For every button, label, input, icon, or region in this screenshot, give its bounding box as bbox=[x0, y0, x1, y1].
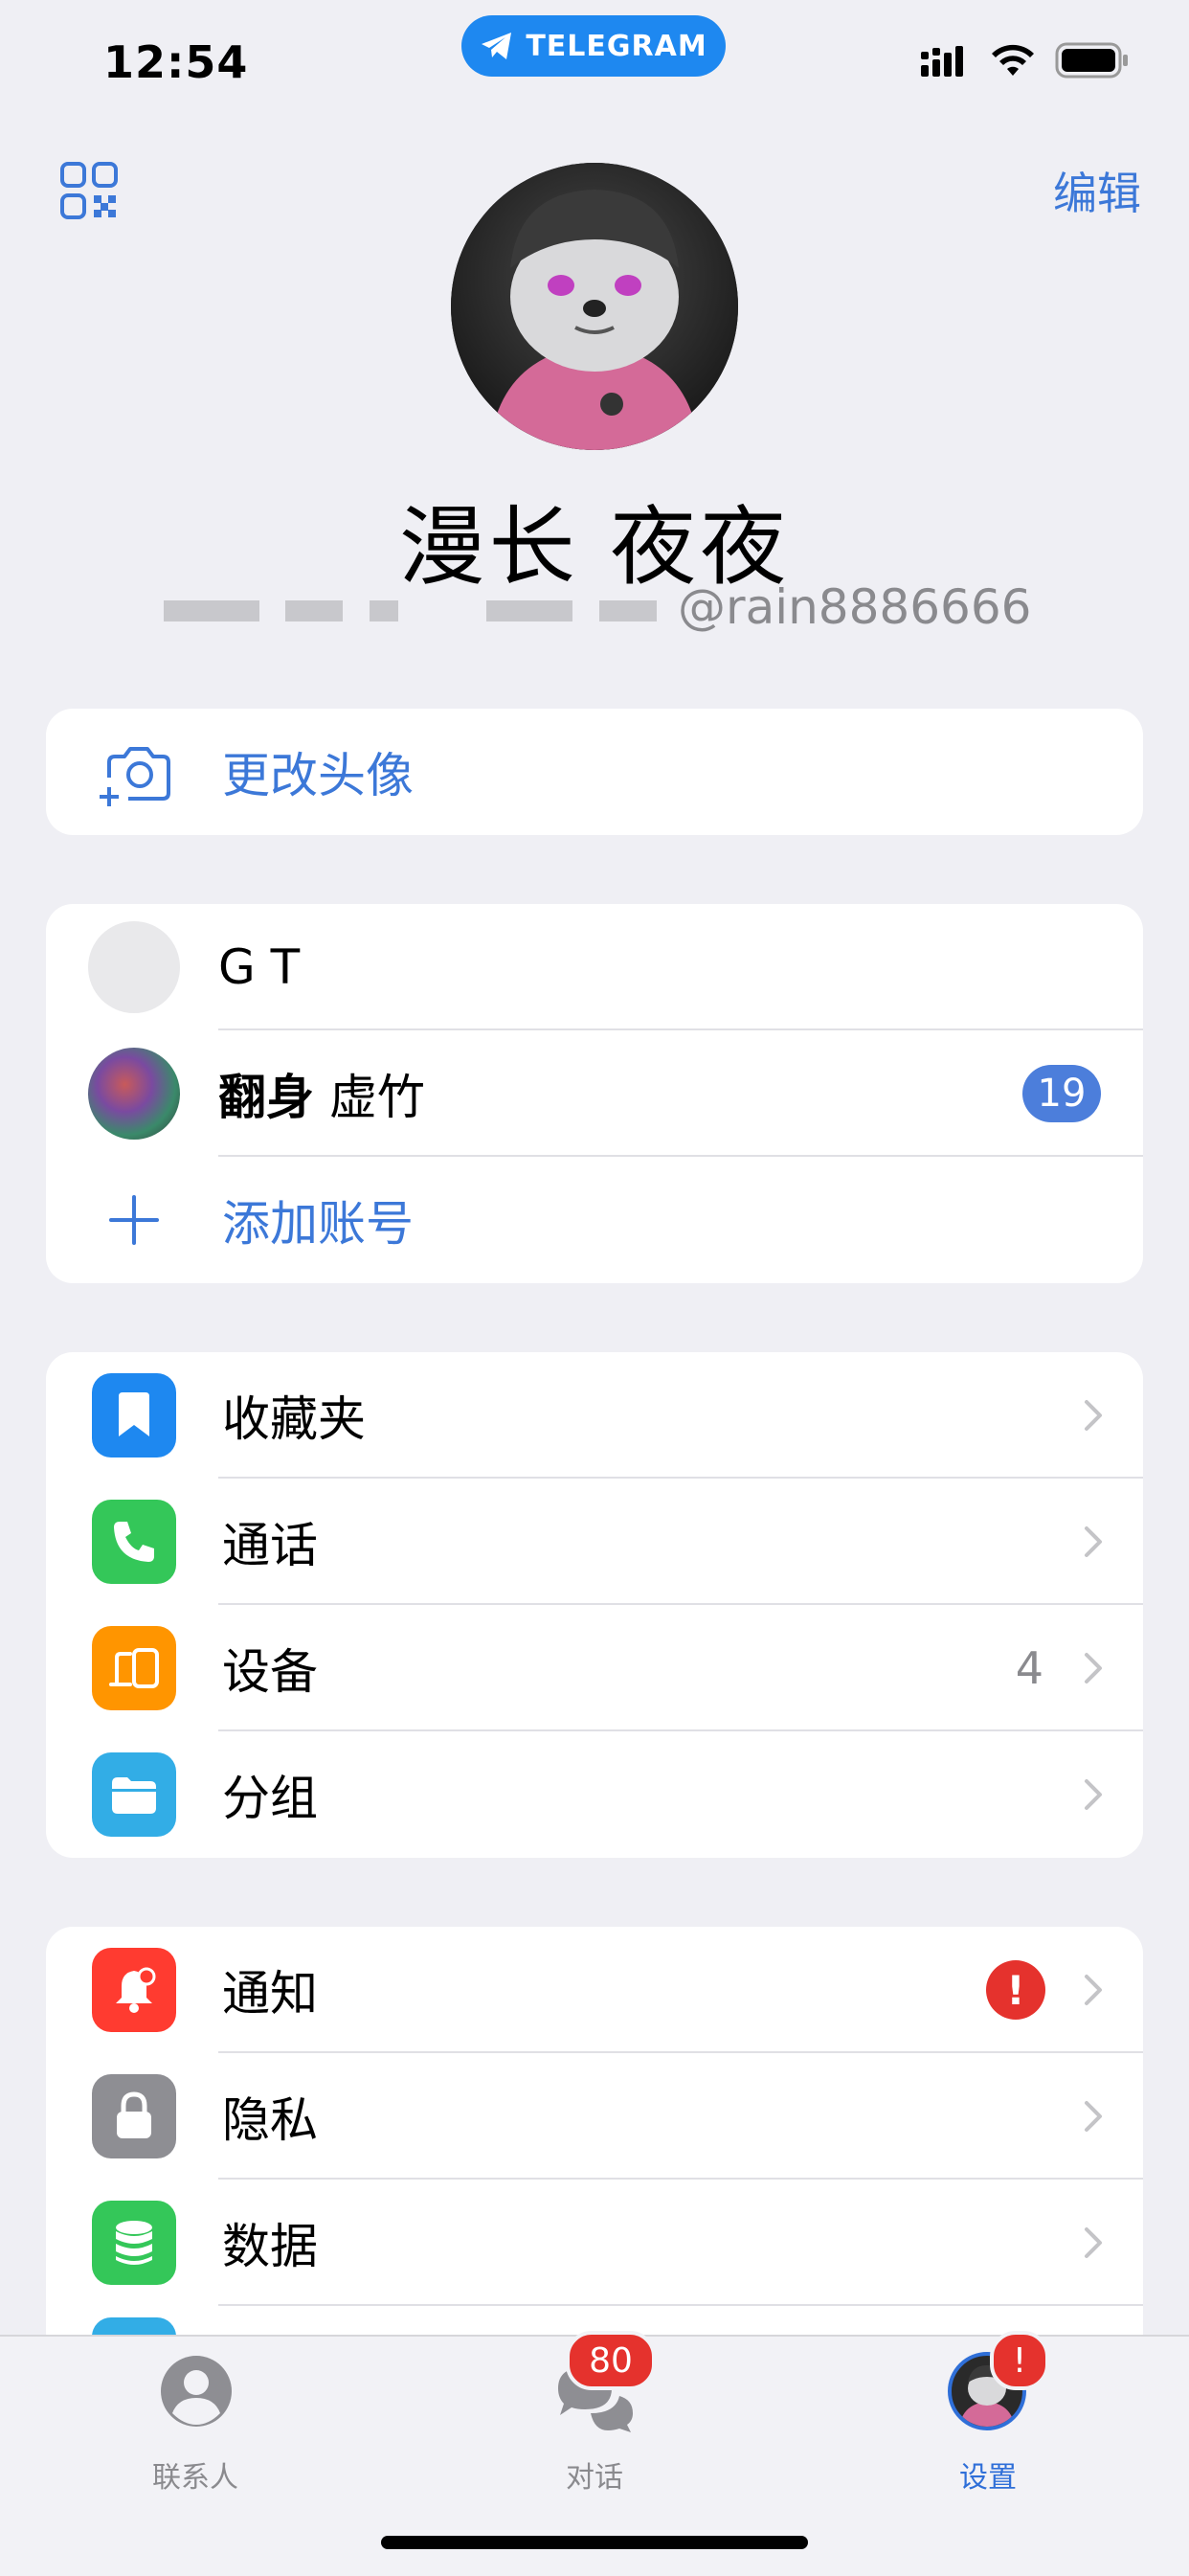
menu-item-saved[interactable]: 收藏夹 bbox=[46, 1352, 1143, 1479]
lock-icon bbox=[92, 2074, 176, 2158]
menu-item-label: 收藏夹 bbox=[222, 1391, 366, 1447]
account-row[interactable]: G T bbox=[46, 904, 1143, 1030]
chevron-right-icon bbox=[1085, 1653, 1102, 1683]
profile-handle-row: @rain8886666 bbox=[0, 579, 1189, 635]
account-name: G T bbox=[218, 939, 301, 995]
menu-item-data[interactable]: 数据 bbox=[46, 2180, 1143, 2306]
home-indicator bbox=[381, 2536, 808, 2549]
menu-item-label: 通知 bbox=[222, 1966, 318, 2022]
plus-icon bbox=[109, 1195, 159, 1245]
battery-icon bbox=[1055, 42, 1128, 79]
tab-label: 联系人 bbox=[152, 2461, 238, 2495]
bell-icon bbox=[92, 1948, 176, 2032]
menu-item-label: 设备 bbox=[222, 1644, 318, 1700]
menu-item-folders[interactable]: 分组 bbox=[46, 1731, 1143, 1858]
account-avatar bbox=[88, 1048, 180, 1140]
chevron-right-icon bbox=[1085, 2101, 1102, 2132]
alert-badge: ! bbox=[986, 1960, 1045, 2020]
menu-item-label: 分组 bbox=[222, 1771, 318, 1826]
menu-item-label: 通话 bbox=[222, 1518, 318, 1573]
menu-item-notifications[interactable]: 通知 ! bbox=[46, 1927, 1143, 2053]
chats-unread-badge: 80 bbox=[566, 2331, 656, 2390]
accounts-card: G T 翻身 虚竹 19 添加账号 bbox=[46, 904, 1143, 1283]
chevron-right-icon bbox=[1085, 1526, 1102, 1557]
menu-item-label: 隐私 bbox=[222, 2092, 318, 2148]
redacted-phone-block bbox=[486, 599, 573, 621]
redacted-phone-block bbox=[163, 599, 259, 621]
account-name-bold: 翻身 bbox=[218, 1070, 314, 1125]
redacted-phone-block bbox=[285, 599, 344, 621]
edit-button[interactable]: 编辑 bbox=[1053, 159, 1141, 222]
menu-group-2: 通知 ! 隐私 数据 bbox=[46, 1927, 1143, 2335]
menu-group-1: 收藏夹 通话 设备 4 分组 bbox=[46, 1352, 1143, 1858]
wifi-icon bbox=[992, 44, 1034, 76]
menu-item-privacy[interactable]: 隐私 bbox=[46, 2053, 1143, 2180]
camera-add-icon bbox=[100, 747, 170, 806]
phone-icon bbox=[92, 1500, 176, 1584]
menu-item-label: 数据 bbox=[222, 2219, 318, 2274]
chevron-right-icon bbox=[1085, 1779, 1102, 1810]
telegram-plane-icon bbox=[482, 33, 512, 59]
account-name-rest: 虚竹 bbox=[314, 1070, 425, 1125]
unread-badge: 19 bbox=[1022, 1065, 1101, 1122]
profile-avatar[interactable] bbox=[451, 163, 738, 450]
change-photo-card: 更改头像 bbox=[46, 709, 1143, 835]
change-photo-label: 更改头像 bbox=[222, 748, 414, 803]
account-avatar bbox=[88, 921, 180, 1013]
change-photo-row[interactable]: 更改头像 bbox=[46, 709, 1143, 835]
add-account-row[interactable]: 添加账号 bbox=[46, 1157, 1143, 1283]
partial-icon bbox=[92, 2317, 176, 2335]
database-icon bbox=[92, 2201, 176, 2285]
account-name: 翻身 虚竹 bbox=[218, 1059, 425, 1128]
redacted-phone-block bbox=[599, 599, 658, 621]
redacted-phone-block bbox=[370, 599, 399, 621]
username-label[interactable]: @rain8886666 bbox=[678, 579, 1031, 635]
chevron-right-icon bbox=[1085, 1975, 1102, 2005]
settings-alert-badge: ! bbox=[990, 2331, 1049, 2390]
status-icons bbox=[921, 42, 1130, 79]
telegram-pill-label: TELEGRAM bbox=[526, 29, 707, 63]
bookmark-icon bbox=[92, 1373, 176, 1457]
person-circle-icon bbox=[161, 2356, 232, 2427]
tab-label: 对话 bbox=[566, 2461, 623, 2495]
telegram-pill[interactable]: TELEGRAM bbox=[461, 15, 726, 77]
devices-count: 4 bbox=[1015, 1642, 1043, 1694]
add-account-label: 添加账号 bbox=[222, 1196, 414, 1252]
devices-icon bbox=[92, 1626, 176, 1710]
qr-code-icon[interactable] bbox=[59, 161, 119, 220]
account-row[interactable]: 翻身 虚竹 19 bbox=[46, 1030, 1143, 1157]
menu-item-calls[interactable]: 通话 bbox=[46, 1479, 1143, 1605]
chevron-right-icon bbox=[1085, 1400, 1102, 1431]
menu-item-devices[interactable]: 设备 4 bbox=[46, 1605, 1143, 1731]
chevron-right-icon bbox=[1085, 2227, 1102, 2258]
status-time: 12:54 bbox=[103, 36, 249, 88]
folder-icon bbox=[92, 1752, 176, 1837]
signal-icon bbox=[921, 46, 963, 77]
tab-label: 设置 bbox=[959, 2461, 1017, 2495]
